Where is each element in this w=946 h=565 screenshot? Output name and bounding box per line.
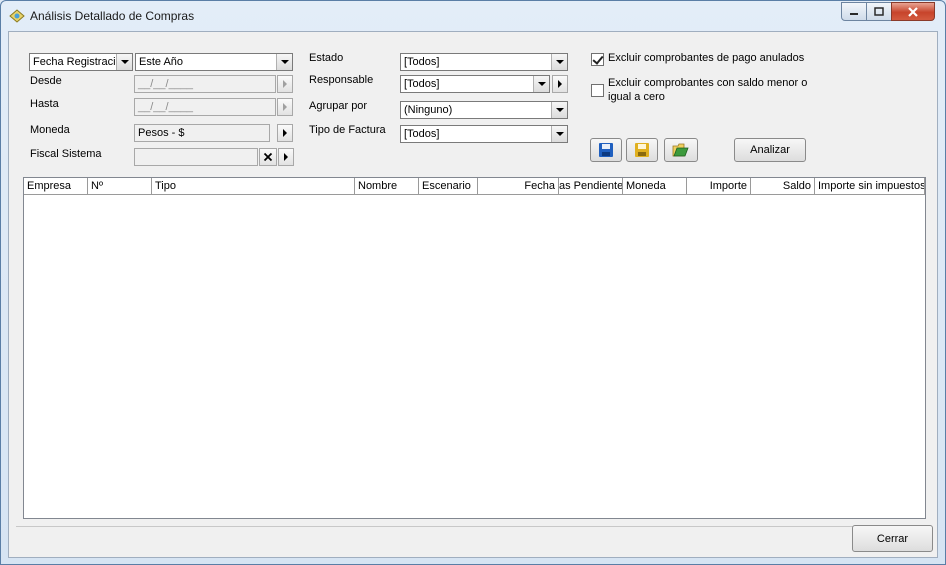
col-tipo[interactable]: Tipo: [152, 178, 355, 194]
save-as-button[interactable]: [626, 138, 658, 162]
col-numero[interactable]: Nº: [88, 178, 152, 194]
col-importe-sin-impuestos[interactable]: Importe sin impuestos: [815, 178, 925, 194]
hasta-date-field[interactable]: __/__/____: [134, 98, 276, 116]
agrupar-value: (Ninguno): [404, 104, 453, 116]
excluir-saldo-label-line2: igual a cero: [608, 91, 665, 103]
fiscal-select-button[interactable]: [278, 148, 294, 166]
responsable-value: [Todos]: [404, 78, 440, 90]
chevron-down-icon[interactable]: [116, 54, 132, 70]
col-nombre[interactable]: Nombre: [355, 178, 419, 194]
responsable-select[interactable]: [Todos]: [400, 75, 550, 93]
period-select[interactable]: Este Año: [135, 53, 293, 71]
bottom-separator: [16, 526, 932, 527]
tipo-factura-label: Tipo de Factura: [309, 124, 386, 136]
excluir-anulados-label: Excluir comprobantes de pago anulados: [608, 52, 805, 64]
responsable-label: Responsable: [309, 74, 374, 86]
open-button[interactable]: [664, 138, 698, 162]
app-icon: [9, 9, 25, 23]
chevron-down-icon[interactable]: [551, 102, 567, 118]
desde-date-field[interactable]: __/__/____: [134, 75, 276, 93]
save-disk-icon: [599, 143, 613, 157]
col-moneda[interactable]: Moneda: [623, 178, 687, 194]
chevron-right-icon: [284, 153, 288, 161]
fiscal-clear-button[interactable]: [259, 148, 277, 166]
desde-label: Desde: [30, 75, 62, 87]
excluir-saldo-checkbox[interactable]: [591, 84, 604, 97]
chevron-right-icon: [283, 129, 287, 137]
moneda-select-button[interactable]: [277, 124, 293, 142]
col-importe[interactable]: Importe: [687, 178, 751, 194]
estado-value: [Todos]: [404, 56, 440, 68]
excluir-saldo-label-line1: Excluir comprobantes con saldo menor o: [608, 77, 808, 89]
responsable-select-button[interactable]: [552, 75, 568, 93]
close-window-button[interactable]: [891, 2, 935, 21]
minimize-button[interactable]: [841, 2, 867, 21]
col-escenario[interactable]: Escenario: [419, 178, 478, 194]
chevron-down-icon[interactable]: [533, 76, 549, 92]
results-grid[interactable]: Empresa Nº Tipo Nombre Escenario Fecha a…: [23, 177, 926, 519]
hasta-date-value: __/__/____: [138, 101, 194, 113]
chevron-right-icon: [558, 80, 562, 88]
fiscal-sistema-field[interactable]: [134, 148, 258, 166]
title-bar[interactable]: Análisis Detallado de Compras: [1, 1, 945, 31]
col-fecha[interactable]: Fecha: [478, 178, 559, 194]
agrupar-label: Agrupar por: [309, 100, 368, 112]
date-type-value: Fecha Registraci: [33, 56, 116, 68]
fiscal-label: Fiscal Sistema: [30, 148, 102, 160]
tipo-factura-value: [Todos]: [404, 128, 440, 140]
save-as-disk-icon: [635, 143, 649, 157]
period-value: Este Año: [139, 56, 184, 68]
save-button[interactable]: [590, 138, 622, 162]
desde-picker-button[interactable]: [277, 75, 293, 93]
chevron-down-icon[interactable]: [551, 126, 567, 142]
window-title: Análisis Detallado de Compras: [30, 9, 195, 23]
main-window: Análisis Detallado de Compras Fecha Regi…: [0, 0, 946, 565]
clear-x-icon: [263, 152, 273, 162]
col-saldo[interactable]: Saldo: [751, 178, 815, 194]
tipo-factura-select[interactable]: [Todos]: [400, 125, 568, 143]
cerrar-button[interactable]: Cerrar: [852, 525, 933, 552]
grid-header: Empresa Nº Tipo Nombre Escenario Fecha a…: [24, 178, 925, 195]
open-folder-icon: [672, 143, 689, 157]
moneda-value: Pesos - $: [138, 127, 185, 139]
col-empresa[interactable]: Empresa: [24, 178, 88, 194]
agrupar-select[interactable]: (Ninguno): [400, 101, 568, 119]
client-area: Fecha Registraci Este Año Desde __/__/__…: [8, 31, 938, 558]
maximize-icon: [874, 7, 884, 16]
date-type-select[interactable]: Fecha Registraci: [29, 53, 133, 71]
moneda-label: Moneda: [30, 124, 70, 136]
chevron-right-icon: [283, 103, 287, 111]
excluir-anulados-checkbox[interactable]: [591, 53, 604, 66]
chevron-down-icon[interactable]: [276, 54, 292, 70]
moneda-field[interactable]: Pesos - $: [134, 124, 270, 142]
desde-date-value: __/__/____: [138, 78, 194, 90]
hasta-label: Hasta: [30, 98, 59, 110]
col-dias-pendiente[interactable]: as Pendiente: [559, 178, 623, 194]
minimize-icon: [850, 12, 858, 15]
maximize-button[interactable]: [866, 2, 892, 21]
hasta-picker-button[interactable]: [277, 98, 293, 116]
chevron-right-icon: [283, 80, 287, 88]
estado-select[interactable]: [Todos]: [400, 53, 568, 71]
close-icon: [908, 6, 918, 17]
chevron-down-icon[interactable]: [551, 54, 567, 70]
analizar-button[interactable]: Analizar: [734, 138, 806, 162]
estado-label: Estado: [309, 52, 344, 64]
